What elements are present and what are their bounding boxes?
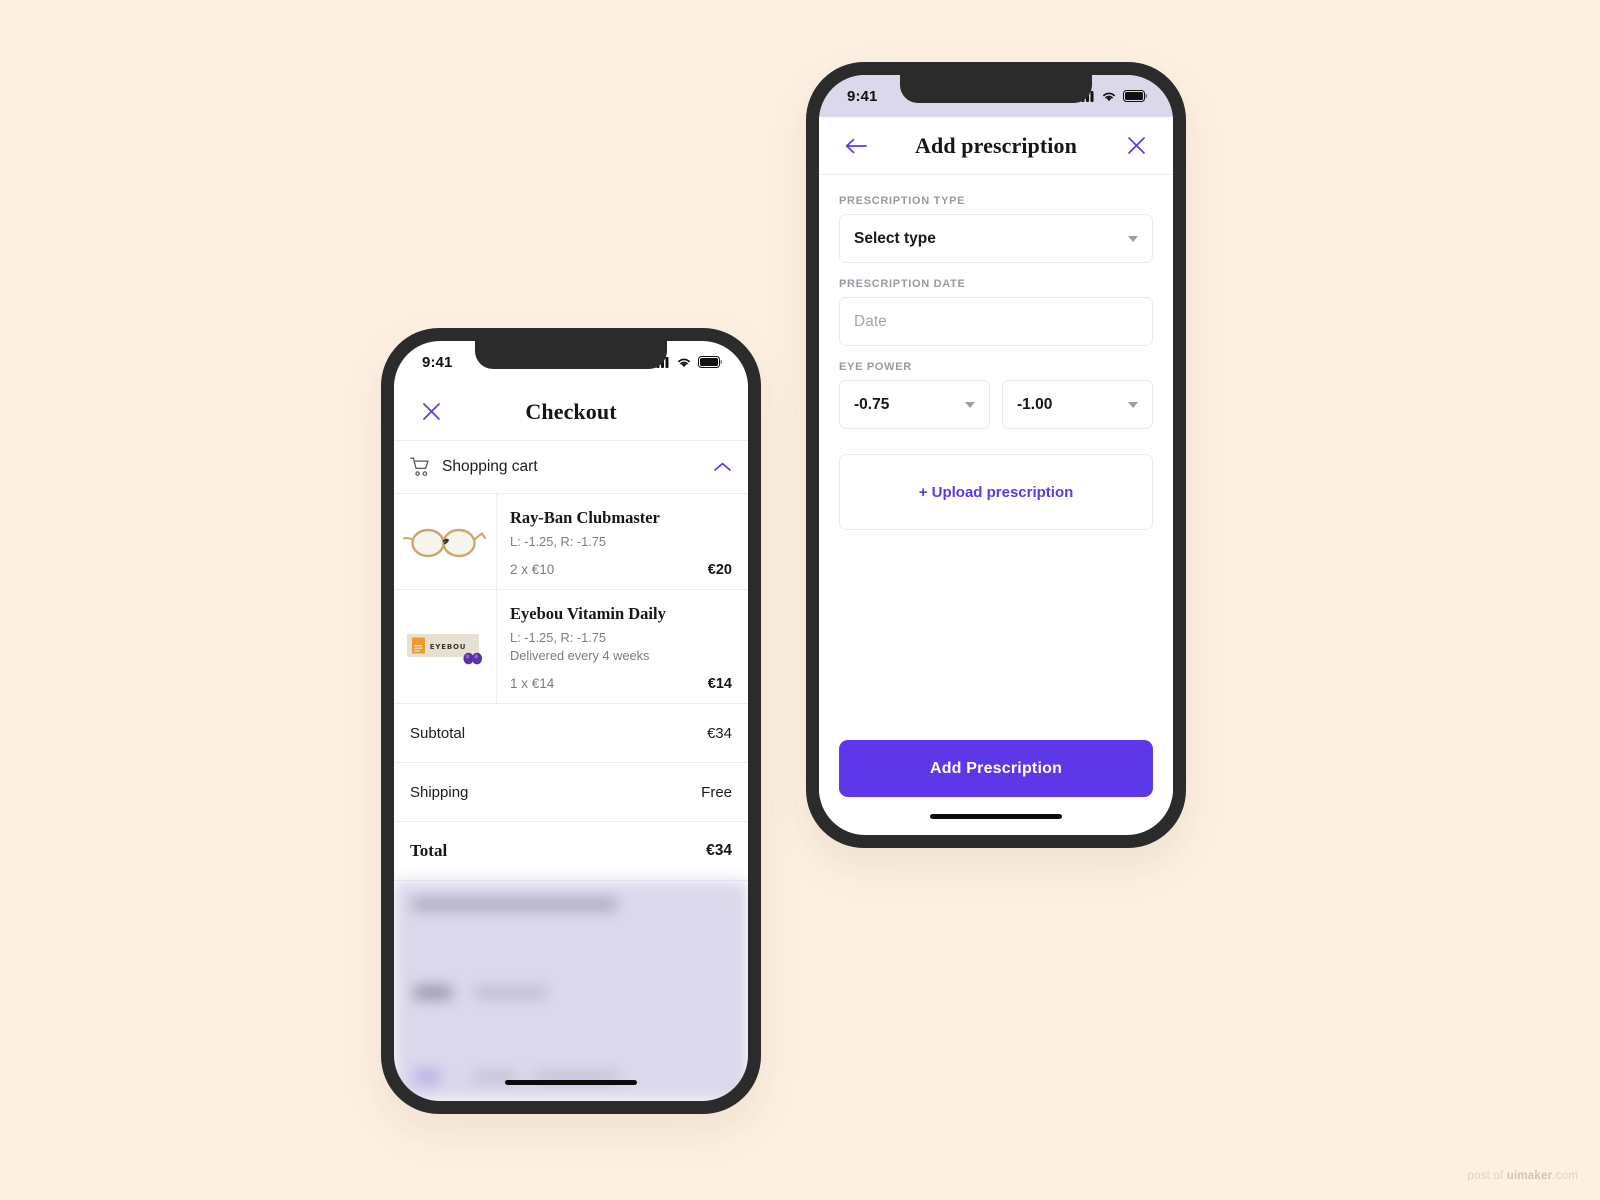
status-time: 9:41 [847,87,878,105]
product-thumbnail [394,494,497,590]
canvas: 9:41 Checkout Shopping cart Ray-Ban Club… [0,0,1600,1200]
product-details: Ray-Ban Clubmaster L: -1.25, R: -1.75 2 … [497,494,748,589]
eye-power-left-value: -0.75 [854,395,890,413]
add-prescription-button[interactable]: Add Prescription [839,740,1153,797]
close-icon [422,403,440,420]
product-title: Ray-Ban Clubmaster [510,508,660,527]
product-quantity-price: 1 x €14 [510,676,555,692]
total-label: Total [410,841,448,861]
total-row: Total €34 [394,822,748,882]
chevron-down-icon [1128,235,1138,242]
product-line-total: €20 [707,562,732,579]
home-indicator-area [394,1063,748,1101]
eye-power-left-select[interactable]: -0.75 [839,380,990,429]
prescription-type-value: Select type [854,229,936,247]
eye-power-row: -0.75 -1.00 [839,380,1153,444]
battery-icon [1123,90,1147,102]
device-notch [475,341,667,369]
prescription-form: PRESCRIPTION TYPE Select type PRESCRIPTI… [819,175,1173,740]
shipping-row: Shipping Free [394,763,748,823]
prescription-date-placeholder: Date [854,312,887,330]
product-title: Eyebou Vitamin Daily [510,604,666,624]
prescription-date-input[interactable]: Date [839,297,1153,346]
close-icon [1127,137,1145,154]
page-title: Add prescription [915,132,1077,158]
upload-prescription-label: + Upload prescription [918,483,1074,501]
page-title: Checkout [525,398,617,424]
product-price-row: 1 x €14 €14 [510,676,732,692]
eye-power-right-value: -1.00 [1017,395,1053,413]
shipping-value: Free [701,783,732,801]
watermark-brand: uimaker [1506,1170,1553,1182]
navbar-add-prescription: Add prescription [819,117,1173,175]
status-time: 9:41 [422,353,453,371]
table-row[interactable]: EYEBOU Eyebou Vitamin Daily L: -1.25, R:… [394,590,748,705]
chevron-up-icon[interactable] [713,461,732,473]
subtotal-row: Subtotal €34 [394,704,748,764]
prescription-type-select[interactable]: Select type [839,214,1153,263]
product-prescription: L: -1.25, R: -1.75 [510,534,607,549]
home-indicator[interactable] [930,813,1062,819]
product-price-row: 2 x €10 €20 [510,562,732,578]
eyeglasses-image [403,528,487,557]
eye-power-right-select[interactable]: -1.00 [1002,380,1153,429]
shopping-cart-label: Shopping cart [442,458,538,475]
shipping-label: Shipping [410,783,469,801]
add-prescription-label: Add Prescription [929,759,1063,777]
subtotal-value: €34 [706,724,732,742]
product-delivery-note: Delivered every 4 weeks [510,648,650,664]
battery-icon [698,356,722,368]
prescription-date-label: PRESCRIPTION DATE [839,278,966,290]
upload-prescription-button[interactable]: + Upload prescription [839,454,1153,530]
subtotal-label: Subtotal [410,724,466,742]
payment-option-icon-placeholder [414,986,452,1000]
product-thumbnail: EYEBOU [394,590,497,704]
close-button[interactable] [414,395,448,429]
back-button[interactable] [839,129,873,163]
screen-checkout: 9:41 Checkout Shopping cart Ray-Ban Club… [394,341,748,1101]
shopping-cart-icon [410,457,429,476]
home-indicator-area [819,797,1173,835]
watermark-suffix: .com [1552,1170,1578,1182]
vitamin-box-image: EYEBOU [407,633,483,665]
product-prescription: L: -1.25, R: -1.75 [510,630,607,646]
product-quantity-price: 2 x €10 [510,562,555,578]
navbar-spacer [694,395,728,429]
navbar-checkout: Checkout [394,383,748,441]
back-arrow-icon [845,138,867,153]
phone-right-add-prescription: 9:41 Add prescription PRESCRIPTION TYPE … [806,62,1186,848]
watermark-prefix: post of [1467,1170,1507,1182]
watermark: post of uimaker.com [1467,1170,1578,1182]
prescription-type-label: PRESCRIPTION TYPE [839,195,966,207]
chevron-down-icon [965,401,975,408]
eye-power-label: EYE POWER [839,361,912,373]
shopping-cart-toggle[interactable]: Shopping cart [394,441,748,494]
cta-area: Add Prescription [819,740,1173,797]
home-indicator[interactable] [505,1079,637,1085]
screen-add-prescription: 9:41 Add prescription PRESCRIPTION TYPE … [819,75,1173,835]
total-value: €34 [706,842,732,860]
payment-panel-title-placeholder [412,899,617,911]
product-details: Eyebou Vitamin Daily L: -1.25, R: -1.75 … [497,590,748,703]
wifi-icon [678,358,690,368]
product-line-total: €14 [707,676,732,693]
device-notch [900,75,1092,103]
payment-option-label-placeholder [474,987,547,999]
wifi-icon [1103,92,1115,102]
table-row[interactable]: Ray-Ban Clubmaster L: -1.25, R: -1.75 2 … [394,494,748,591]
chevron-down-icon [1128,401,1138,408]
close-button[interactable] [1119,129,1153,163]
phone-left-checkout: 9:41 Checkout Shopping cart Ray-Ban Club… [381,328,761,1114]
svg-text:EYEBOU: EYEBOU [430,643,466,651]
